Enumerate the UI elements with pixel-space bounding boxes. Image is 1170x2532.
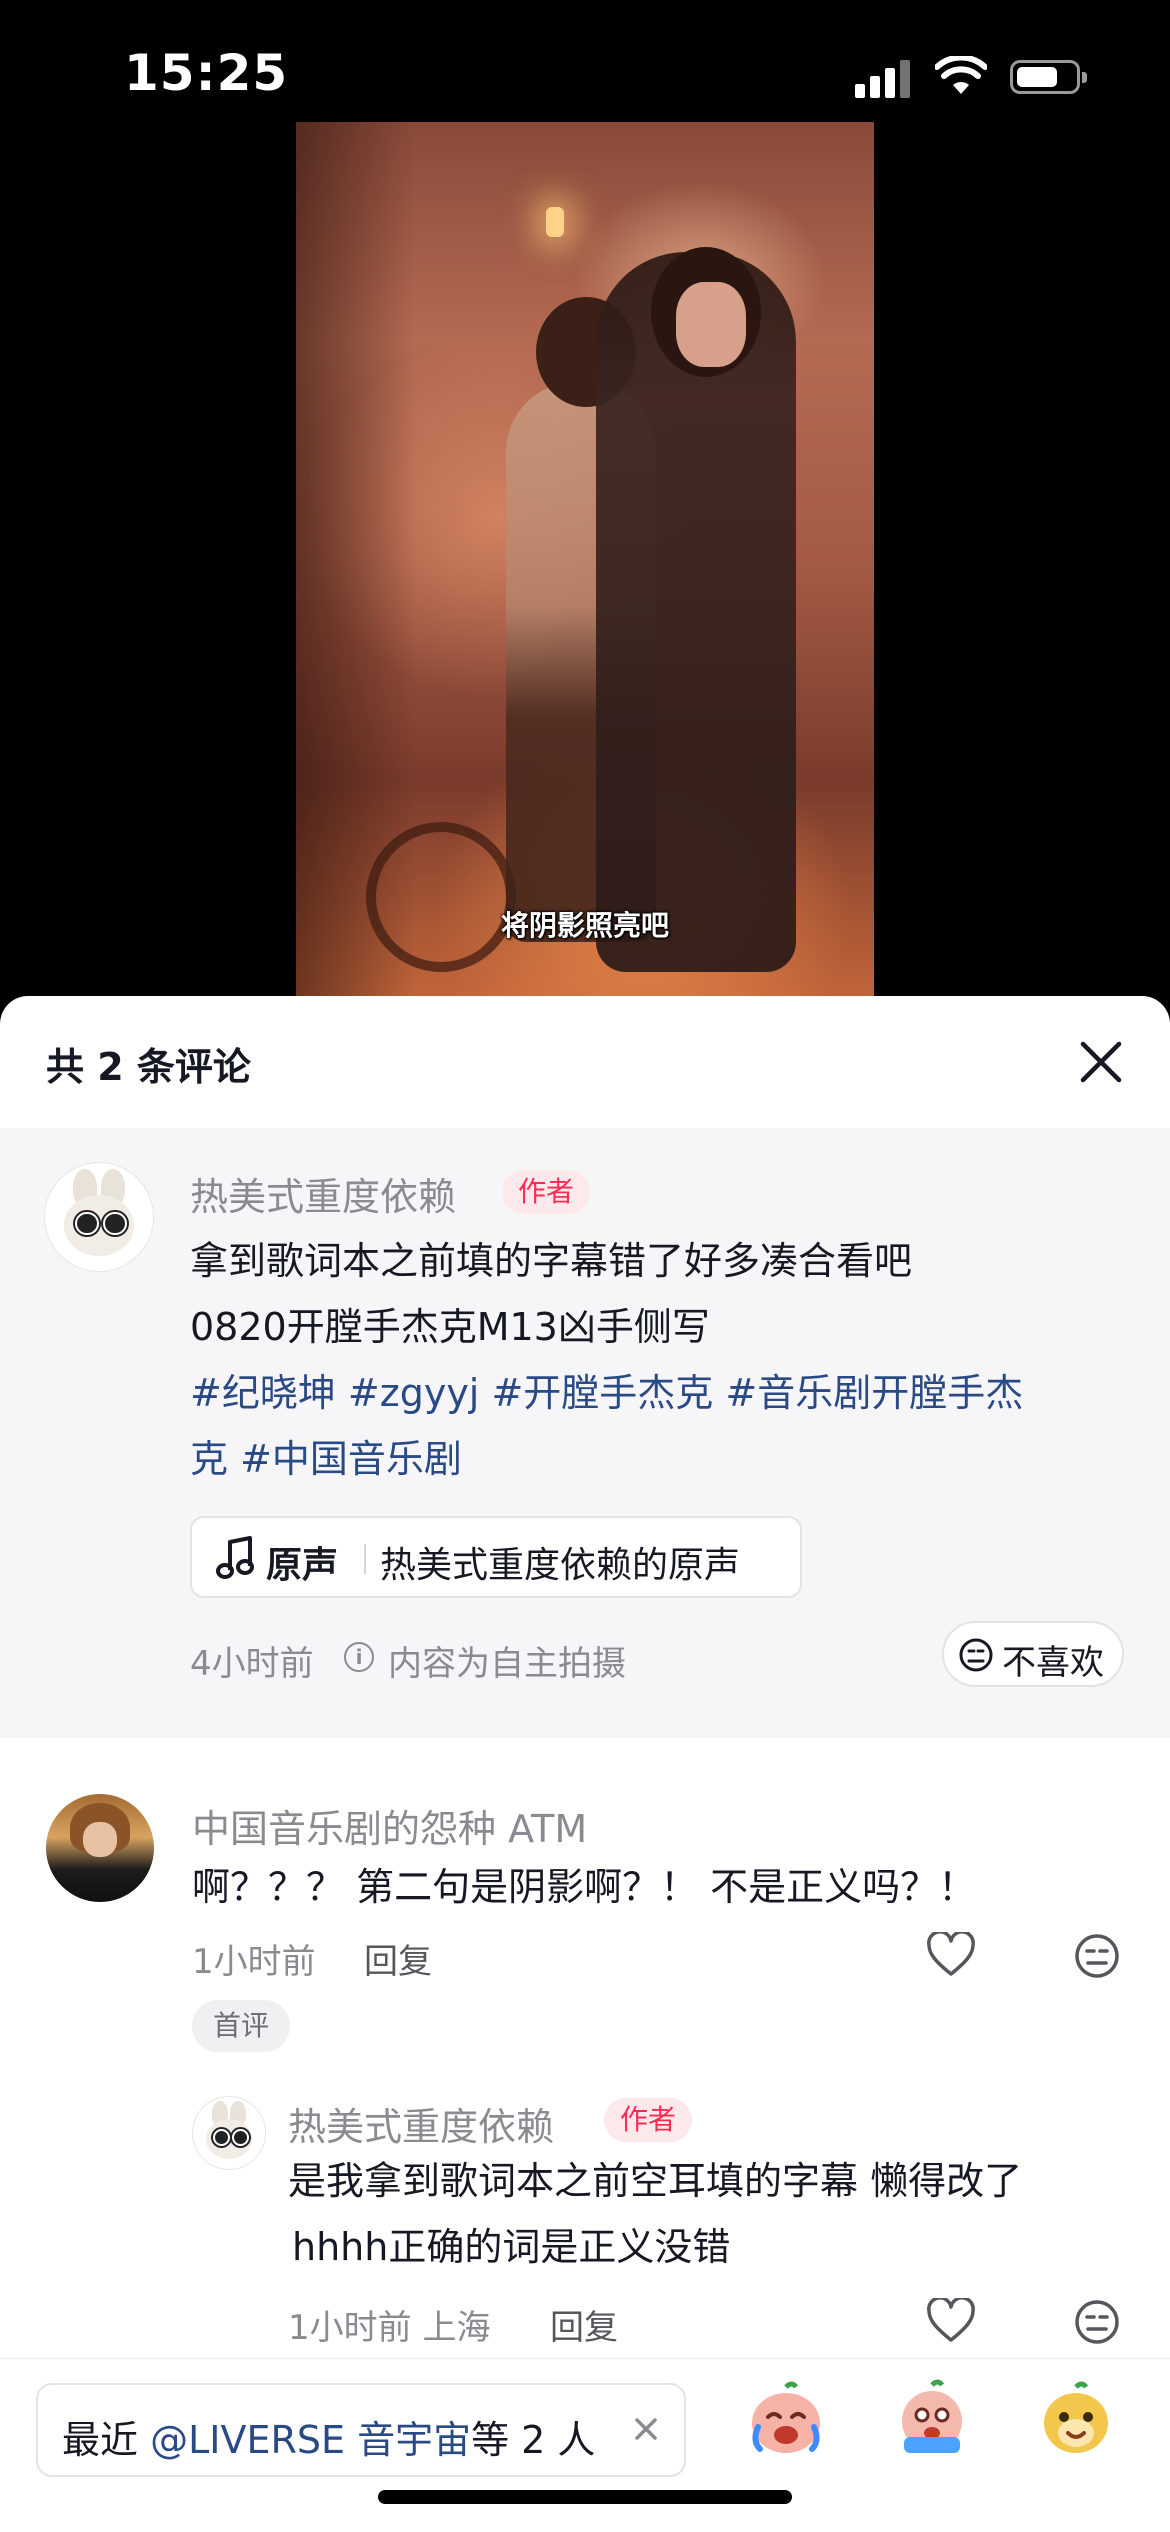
comment-text[interactable]: 啊？？？ 第二句是阴影啊？！ 不是正义吗？！ xyxy=(192,1854,976,1920)
meh-face-icon xyxy=(959,1638,993,1672)
caption-hashtags-line-1[interactable]: #纪晓坤 #zgyyj #开膛手杰克 #音乐剧开膛手杰 xyxy=(190,1360,1023,1426)
recent-mention-chip[interactable]: 最近 @LIVERSE 音宇宙等 2 人 xyxy=(36,2383,686,2477)
music-note-icon xyxy=(216,1536,254,1579)
heart-icon[interactable] xyxy=(926,2298,976,2344)
reply-author-tag: 作者 xyxy=(604,2098,693,2142)
caption-text-line-1: 拿到歌词本之前填的字幕错了好多凑合看吧 xyxy=(190,1239,913,1283)
comment-input-bar: 最近 @LIVERSE 音宇宙等 2 人 xyxy=(0,2358,1170,2532)
comment-reply-button[interactable]: 回复 xyxy=(364,1934,432,1983)
reply-text-line-1[interactable]: 是我拿到歌词本之前空耳填的字幕 懒得改了 xyxy=(288,2148,1022,2214)
status-bar: 15:25 xyxy=(0,0,1170,120)
smiling-emoji-icon[interactable] xyxy=(1036,2377,1116,2457)
reply-username[interactable]: 热美式重度依赖 xyxy=(288,2096,554,2151)
commenter-username[interactable]: 中国音乐剧的怨种 ATM xyxy=(192,1798,587,1853)
reply-time-location: 1小时前 上海 xyxy=(288,2308,491,2348)
home-indicator[interactable] xyxy=(378,2490,792,2504)
comment-panel-header: 共 2 条评论 xyxy=(0,996,1170,1128)
reply-text-line-2[interactable]: hhhh正确的词是正义没错 xyxy=(292,2214,730,2280)
meh-face-icon[interactable] xyxy=(1073,2298,1121,2346)
close-icon[interactable] xyxy=(1075,1036,1127,1088)
first-comment-badge: 首评 xyxy=(192,2000,290,2052)
dislike-button[interactable]: 不喜欢 xyxy=(942,1621,1124,1687)
commenter-avatar[interactable] xyxy=(46,1794,154,1902)
video-subtitle: 将阴影照亮吧 xyxy=(500,909,669,942)
status-time: 15:25 xyxy=(124,44,289,102)
info-icon: i xyxy=(344,1642,374,1672)
meh-face-icon[interactable] xyxy=(1073,1932,1121,1980)
video-player[interactable]: 将阴影照亮吧 xyxy=(296,122,874,1002)
comment-time: 1小时前 xyxy=(192,1942,316,1982)
crying-emoji-icon[interactable] xyxy=(746,2377,826,2457)
dismiss-mention-icon[interactable] xyxy=(628,2411,664,2447)
author-tag: 作者 xyxy=(502,1170,591,1214)
original-sound-label: 原声 xyxy=(266,1545,339,1586)
original-sound-pill[interactable]: 原声 热美式重度依赖的原声 xyxy=(190,1516,802,1598)
caption-hashtags-line-2[interactable]: 克 #中国音乐剧 xyxy=(190,1426,462,1492)
self-shot-notice: 内容为自主拍摄 xyxy=(388,1644,626,1684)
comment-count-title: 共 2 条评论 xyxy=(46,1045,251,1089)
comment-panel: 共 2 条评论 热美式重度依赖 作者 拿到歌词本之前填的字幕错了好多凑合看吧 0… xyxy=(0,996,1170,2532)
author-username[interactable]: 热美式重度依赖 xyxy=(190,1166,456,1221)
recent-mention-text: 最近 @LIVERSE 音宇宙等 2 人 xyxy=(62,2418,596,2462)
caption-text-line-2: 0820开膛手杰克M13凶手侧写 xyxy=(190,1305,710,1349)
dislike-label: 不喜欢 xyxy=(1002,1643,1104,1683)
mention-handle[interactable]: @LIVERSE 音宇宙 xyxy=(150,2418,471,2462)
wifi-icon xyxy=(935,56,987,94)
cellular-signal-icon xyxy=(855,58,911,98)
reply-reply-button[interactable]: 回复 xyxy=(550,2300,618,2349)
heart-icon[interactable] xyxy=(926,1932,976,1978)
caption-time: 4小时前 xyxy=(190,1644,314,1684)
author-avatar[interactable] xyxy=(44,1162,154,1272)
battery-icon xyxy=(1010,60,1087,94)
original-sound-source: 热美式重度依赖的原声 xyxy=(380,1545,741,1586)
sobbing-emoji-icon[interactable] xyxy=(892,2377,972,2457)
author-caption-block: 热美式重度依赖 作者 拿到歌词本之前填的字幕错了好多凑合看吧 0820开膛手杰克… xyxy=(0,1128,1170,1738)
reply-author-avatar[interactable] xyxy=(192,2096,266,2170)
